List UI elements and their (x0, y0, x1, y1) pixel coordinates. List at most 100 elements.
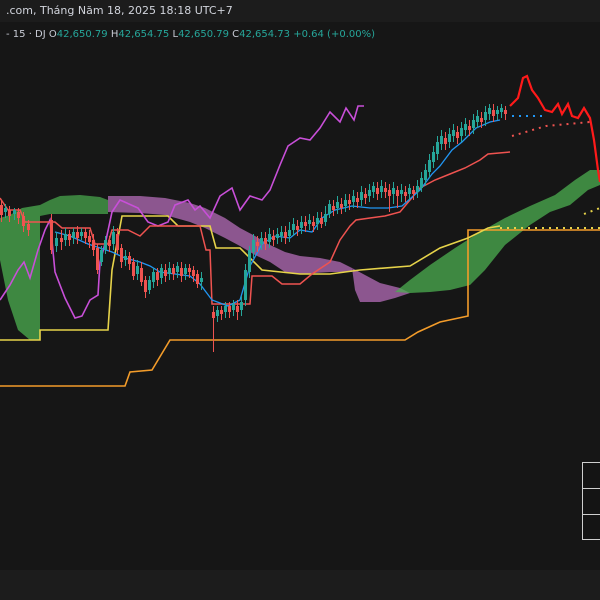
candle-body (55, 238, 58, 246)
candle-body (252, 240, 255, 252)
forecast-red-dots (511, 121, 591, 137)
candle-body (384, 188, 387, 192)
candle-body (256, 242, 259, 246)
candle-body (296, 226, 299, 230)
candle-body (360, 192, 363, 200)
candle-body (124, 256, 127, 260)
candle-body (8, 210, 11, 216)
candle-body (96, 248, 99, 270)
cloud-bullish-left (0, 205, 40, 340)
candle-body (22, 216, 25, 226)
candle-body (304, 222, 307, 226)
candle-body (100, 250, 103, 262)
candle-body (336, 202, 339, 208)
candle-body (396, 190, 399, 196)
candle-body (476, 116, 479, 122)
candle-body (244, 270, 247, 300)
candle-body (328, 204, 331, 214)
candle-body (216, 310, 219, 316)
candle-body (356, 198, 359, 202)
candle-body (340, 204, 343, 208)
candle-body (180, 268, 183, 276)
candle-body (324, 214, 327, 222)
candle-body (456, 132, 459, 138)
candle-body (184, 268, 187, 274)
cloud-bullish-right (395, 170, 600, 293)
side-widget-divider (583, 488, 600, 489)
candle-body (440, 136, 443, 144)
candle-body (272, 236, 275, 240)
candle-body (240, 302, 243, 310)
candle-body (472, 120, 475, 128)
candle-body (200, 278, 203, 282)
candle-body (364, 194, 367, 198)
candle-body (160, 268, 163, 278)
candle-body (352, 196, 355, 202)
candle-body (292, 224, 295, 230)
candle-body (4, 208, 7, 212)
candle-body (128, 256, 131, 264)
candle-body (436, 142, 439, 154)
candle-body (344, 200, 347, 206)
candle-body (320, 218, 323, 224)
candle-body (27, 224, 30, 230)
candle-body (92, 240, 95, 250)
side-widget-panel[interactable] (582, 462, 600, 540)
candle-body (332, 206, 335, 210)
candle-body (388, 190, 391, 196)
candle-body (136, 266, 139, 274)
candle-body (460, 128, 463, 136)
candle-body (188, 268, 191, 272)
candle-body (424, 170, 427, 180)
candle-body (264, 238, 267, 244)
candle-body (372, 186, 375, 192)
candle-body (268, 234, 271, 242)
candle-body (308, 220, 311, 224)
candle-body (348, 200, 351, 204)
candle-body (72, 232, 75, 238)
candle-body (376, 188, 379, 194)
candle-body (428, 160, 431, 172)
candle-body (468, 126, 471, 130)
candle-body (164, 270, 167, 276)
candle-body (236, 306, 239, 312)
candle-body (152, 272, 155, 282)
candle-body (112, 232, 115, 244)
candle-body (220, 310, 223, 314)
candle-body (312, 222, 315, 226)
candle-body (404, 192, 407, 196)
cloud-bearish-mid (108, 196, 352, 274)
candle-body (172, 268, 175, 274)
candle-body (104, 240, 107, 250)
candle-body (412, 190, 415, 194)
candle-body (480, 118, 483, 122)
candle-body (64, 234, 67, 240)
candle-body (116, 234, 119, 250)
candle-body (132, 262, 135, 276)
candle-body (88, 236, 91, 242)
candle-body (300, 222, 303, 228)
candle-body (212, 312, 215, 318)
candle-body (80, 232, 83, 236)
candle-body (84, 232, 87, 238)
candle-body (408, 188, 411, 194)
yellow-right-dots (583, 207, 600, 215)
bottom-toolbar (0, 570, 600, 600)
candle-body (224, 306, 227, 312)
candle-body (120, 248, 123, 262)
candle-body (444, 138, 447, 144)
candle-body (60, 238, 63, 242)
candle-body (448, 134, 451, 142)
side-widget-divider (583, 514, 600, 515)
price-chart-canvas[interactable]: 15 16 17 19 20 (0, 0, 600, 540)
candle-body (248, 250, 251, 272)
candle-body (13, 210, 16, 214)
candle-body (284, 232, 287, 238)
cloud-bullish-top (40, 195, 108, 216)
candle-body (50, 220, 53, 250)
candle-body (416, 186, 419, 192)
candle-body (452, 130, 455, 136)
candle-body (148, 280, 151, 290)
candle-body (392, 188, 395, 194)
candle-body (17, 212, 20, 218)
